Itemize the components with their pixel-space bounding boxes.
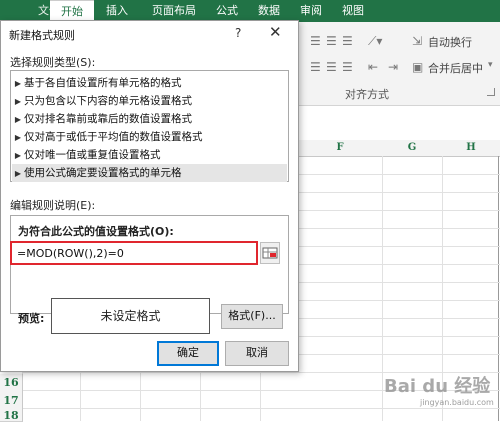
rule-type-text: 使用公式确定要设置格式的单元格 (24, 167, 182, 179)
row-header-17[interactable]: 17 (0, 392, 23, 411)
column-header-g[interactable]: G (382, 140, 443, 157)
grid-line (382, 156, 383, 421)
tab-data[interactable]: 数据 (252, 0, 286, 22)
range-select-button[interactable] (260, 242, 280, 264)
watermark-url: jingyan.baidu.com (420, 398, 494, 407)
grid-line (140, 372, 141, 421)
triangle-right-icon: ▶ (14, 115, 22, 124)
rule-type-text: 仅对排名靠前或靠后的数值设置格式 (24, 113, 192, 125)
triangle-right-icon: ▶ (14, 97, 22, 106)
grid-line (80, 372, 81, 421)
tab-formulas[interactable]: 公式 (210, 0, 244, 22)
tab-page-layout[interactable]: 页面布局 (144, 0, 204, 22)
grid-line (200, 372, 201, 421)
format-preview: 未设定格式 (51, 298, 210, 334)
align-bottom-icon[interactable]: ☰ (342, 34, 353, 48)
increase-indent-icon[interactable]: ⇥ (388, 60, 398, 74)
watermark-brand: Bai du 经验 (384, 376, 491, 397)
triangle-right-icon: ▶ (14, 79, 22, 88)
rule-type-item-selected[interactable]: ▶ 使用公式确定要设置格式的单元格 (12, 164, 287, 182)
tab-review[interactable]: 审阅 (294, 0, 328, 22)
rule-type-item[interactable]: ▶ 仅对高于或低于平均值的数值设置格式 (12, 128, 287, 146)
dialog-launcher-icon[interactable] (487, 88, 495, 96)
rule-type-item[interactable]: ▶ 仅对唯一值或重复值设置格式 (12, 146, 287, 164)
close-icon[interactable]: ✕ (269, 23, 282, 41)
rule-type-item[interactable]: ▶ 仅对排名靠前或靠后的数值设置格式 (12, 110, 287, 128)
tab-insert[interactable]: 插入 (100, 0, 134, 22)
rule-type-text: 仅对唯一值或重复值设置格式 (24, 149, 161, 161)
grid-line (22, 408, 500, 409)
triangle-right-icon: ▶ (14, 151, 22, 160)
align-right-icon[interactable]: ☰ (342, 60, 353, 74)
rule-type-text: 仅对高于或低于平均值的数值设置格式 (24, 131, 203, 143)
row-header-16[interactable]: 16 (0, 374, 23, 393)
wrap-text-icon[interactable]: ⇲ (412, 34, 422, 48)
tab-view[interactable]: 视图 (336, 0, 370, 22)
triangle-right-icon: ▶ (14, 133, 22, 142)
align-left-icon[interactable]: ☰ (310, 60, 321, 74)
select-rule-type-label: 选择规则类型(S): (10, 56, 96, 69)
merge-center-button[interactable]: 合并后居中 (428, 60, 483, 76)
ok-button[interactable]: 确定 (157, 341, 219, 366)
formula-label: 为符合此公式的值设置格式(O): (18, 225, 174, 238)
wrap-text-button[interactable]: 自动换行 (428, 34, 472, 50)
rule-type-item[interactable]: ▶ 只为包含以下内容的单元格设置格式 (12, 92, 287, 110)
merge-dropdown-icon[interactable]: ▾ (488, 60, 493, 70)
decrease-indent-icon[interactable]: ⇤ (368, 60, 378, 74)
preview-label: 预览: (18, 312, 45, 325)
orientation-icon[interactable]: ⟋▾ (368, 34, 382, 49)
row-header-18[interactable]: 18 (0, 410, 23, 422)
rule-type-text: 基于各自值设置所有单元格的格式 (24, 77, 182, 89)
format-button[interactable]: 格式(F)... (221, 304, 283, 329)
column-header-f[interactable]: F (298, 140, 383, 157)
formula-input[interactable]: =MOD(ROW(),2)=0 (10, 241, 258, 265)
triangle-right-icon: ▶ (14, 169, 22, 178)
grid-line (260, 372, 261, 421)
column-header-h[interactable]: H (442, 140, 500, 157)
align-center-icon[interactable]: ☰ (326, 60, 337, 74)
align-middle-icon[interactable]: ☰ (326, 34, 337, 48)
grid-line (498, 156, 499, 421)
cancel-button[interactable]: 取消 (225, 341, 289, 366)
rule-type-list[interactable]: ▶ 基于各自值设置所有单元格的格式 ▶ 只为包含以下内容的单元格设置格式 ▶ 仅对排名… (10, 70, 289, 182)
new-format-rule-dialog: 新建格式规则 ? ✕ 选择规则类型(S): ▶ 基于各自值设置所有单元格的格式 ▶… (0, 20, 299, 372)
collapse-dialog-icon (262, 247, 278, 259)
help-button[interactable]: ? (235, 26, 241, 40)
rule-type-text: 只为包含以下内容的单元格设置格式 (24, 95, 192, 107)
alignment-group-label: 对齐方式 (345, 88, 389, 101)
align-top-icon[interactable]: ☰ (310, 34, 321, 48)
ribbon-tab-bar: 文件 开始 插入 页面布局 公式 数据 审阅 视图 (0, 0, 500, 23)
dialog-title: 新建格式规则 (9, 29, 75, 42)
merge-center-icon[interactable]: ▣ (412, 60, 423, 74)
rule-type-item[interactable]: ▶ 基于各自值设置所有单元格的格式 (12, 74, 287, 92)
edit-rule-description-label: 编辑规则说明(E): (10, 199, 96, 212)
formula-value: =MOD(ROW(),2)=0 (17, 247, 124, 260)
